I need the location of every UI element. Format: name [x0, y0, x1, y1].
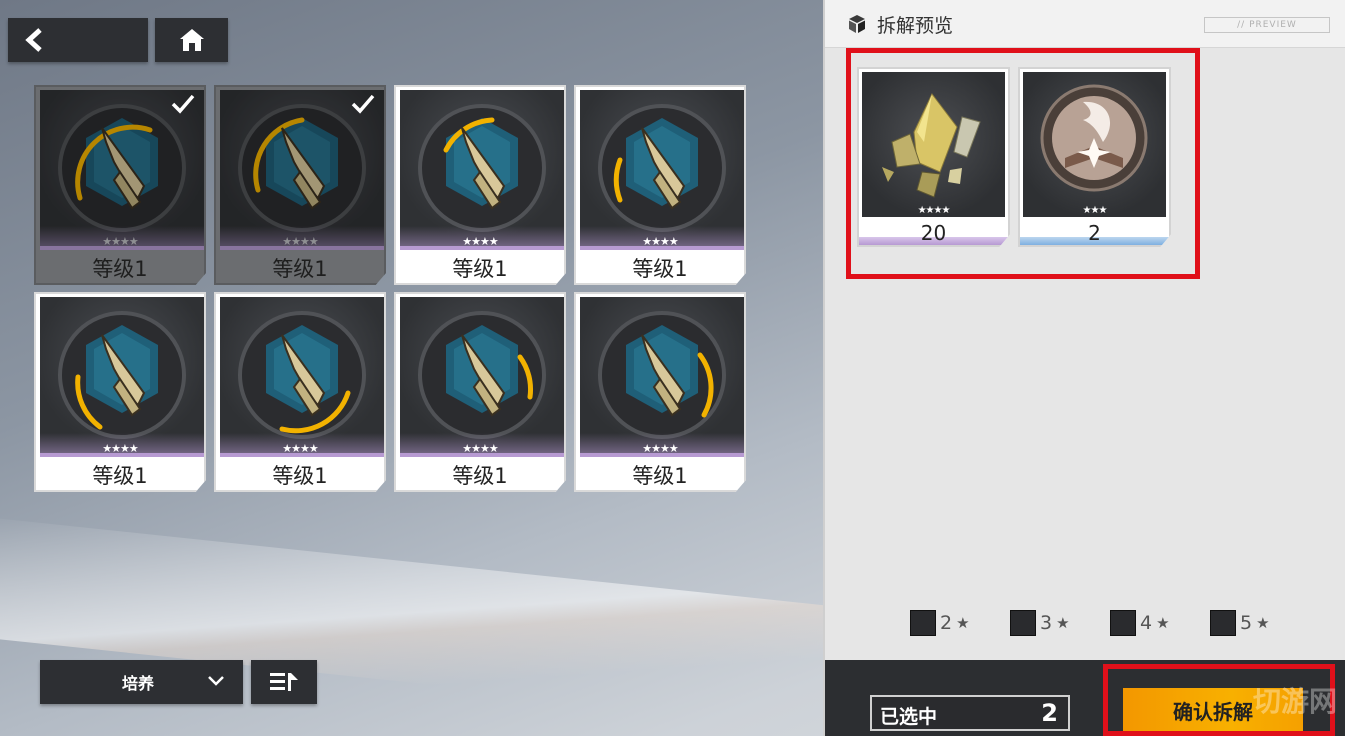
sort-icon [270, 673, 298, 691]
item-card[interactable]: ★★★★ 等级1 [394, 292, 566, 492]
rarity-filter-value: 5 [1240, 612, 1253, 634]
selected-label: 已选中 [880, 706, 938, 728]
checkbox[interactable] [1110, 610, 1136, 636]
rarity-filter-value: 4 [1140, 612, 1153, 634]
item-stars: ★★★★ [462, 442, 498, 455]
item-stars: ★★★★ [282, 442, 318, 455]
item-stars: ★★★★ [642, 235, 678, 248]
reward-item[interactable]: ★★★★ 20 [857, 67, 1010, 247]
home-icon [179, 29, 204, 51]
filter-dropdown-label: 培养 [122, 674, 155, 693]
checkbox[interactable] [1010, 610, 1036, 636]
item-level: 等级1 [632, 464, 688, 488]
rarity-filter-5[interactable]: 5 ★ [1210, 610, 1270, 636]
disassemble-panel: 拆解预览 // PREVIEW ★★★★ 20 ★★★ 2 2 ★ 3 ★ 4 … [823, 0, 1345, 736]
selected-count: 2 [1041, 699, 1058, 727]
rarity-filter-value: 3 [1040, 612, 1053, 634]
reward-stars: ★★★★ [917, 205, 951, 216]
reward-quantity: 2 [1088, 221, 1101, 245]
item-level: 等级1 [272, 257, 328, 281]
item-level: 等级1 [92, 257, 148, 281]
item-stars: ★★★★ [462, 235, 498, 248]
checkmark-icon [351, 94, 375, 114]
item-image [40, 297, 204, 457]
star-icon: ★ [956, 614, 970, 632]
reward-stars: ★★★ [1082, 205, 1108, 216]
sort-button[interactable] [251, 660, 317, 704]
item-stars: ★★★★ [642, 442, 678, 455]
item-card[interactable]: ★★★★ 等级1 [574, 85, 746, 285]
cube-icon [849, 15, 865, 33]
item-level: 等级1 [92, 464, 148, 488]
checkmark-icon [171, 94, 195, 114]
crystal-shards-image [862, 72, 1005, 217]
preview-tag: // PREVIEW [1204, 17, 1330, 33]
item-image [400, 297, 564, 457]
item-level: 等级1 [452, 464, 508, 488]
item-grid: ★★★★ 等级1 ★★★★ 等级1 ★★★★ 等级1 ★★★★ 等级1 ★★★★… [34, 85, 746, 492]
star-icon: ★ [1056, 614, 1070, 632]
item-level: 等级1 [452, 257, 508, 281]
item-stars: ★★★★ [102, 235, 138, 248]
checkbox[interactable] [1210, 610, 1236, 636]
item-image [220, 297, 384, 457]
book-emblem-image [1023, 72, 1166, 217]
chevron-left-icon [25, 28, 42, 52]
rarity-filter-3[interactable]: 3 ★ [1010, 610, 1070, 636]
item-card[interactable]: ★★★★ 等级1 [34, 85, 206, 285]
item-level: 等级1 [272, 464, 328, 488]
reward-quantity: 20 [920, 221, 947, 245]
home-button[interactable] [155, 18, 228, 62]
back-button[interactable] [8, 18, 148, 62]
item-card[interactable]: ★★★★ 等级1 [574, 292, 746, 492]
rarity-filter-value: 2 [940, 612, 953, 634]
panel-title: 拆解预览 [877, 15, 954, 37]
item-image [580, 90, 744, 250]
item-level: 等级1 [632, 257, 688, 281]
bottom-bar: 已选中 2 确认拆解 切游网 [825, 660, 1345, 736]
selected-count-box: 已选中 2 [870, 695, 1070, 731]
item-card[interactable]: ★★★★ 等级1 [394, 85, 566, 285]
item-image [580, 297, 744, 457]
panel-header: 拆解预览 // PREVIEW [825, 0, 1345, 48]
filter-dropdown[interactable]: 培养 [40, 660, 243, 704]
reward-item[interactable]: ★★★ 2 [1018, 67, 1171, 247]
rarity-filter-2[interactable]: 2 ★ [910, 610, 970, 636]
chevron-down-icon [208, 676, 224, 686]
item-stars: ★★★★ [282, 235, 318, 248]
rarity-filter-4[interactable]: 4 ★ [1110, 610, 1170, 636]
item-stars: ★★★★ [102, 442, 138, 455]
checkbox[interactable] [910, 610, 936, 636]
item-card[interactable]: ★★★★ 等级1 [34, 292, 206, 492]
item-card[interactable]: ★★★★ 等级1 [214, 85, 386, 285]
item-card[interactable]: ★★★★ 等级1 [214, 292, 386, 492]
watermark: 切游网 [1252, 685, 1337, 718]
item-image [400, 90, 564, 250]
star-icon: ★ [1156, 614, 1170, 632]
star-icon: ★ [1256, 614, 1270, 632]
